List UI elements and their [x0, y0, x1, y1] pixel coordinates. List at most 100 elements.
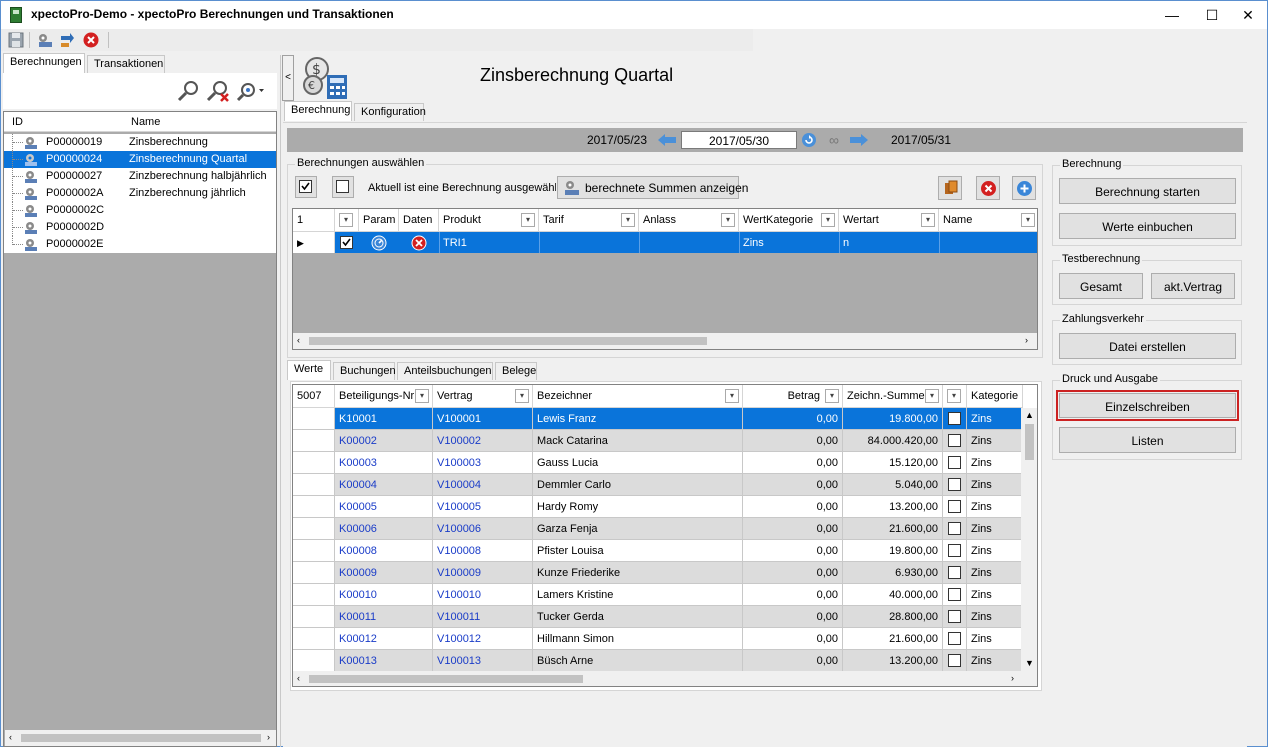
column-name[interactable]: Name ▾	[939, 209, 1037, 232]
delete-button[interactable]	[976, 176, 1000, 200]
summe-cell[interactable]: 19.800,00	[843, 408, 943, 430]
row-indicator[interactable]	[293, 606, 335, 628]
vertrag-cell[interactable]: V100011	[433, 606, 533, 628]
list-item[interactable]: P0000002D	[4, 219, 276, 236]
bet-cell[interactable]: K00004	[335, 474, 433, 496]
tab-anteilsbuchungen[interactable]: Anteilsbuchungen	[397, 362, 493, 380]
copy-button[interactable]	[938, 176, 962, 200]
arrow-left-icon[interactable]	[657, 133, 677, 147]
row-flag-checkbox[interactable]	[948, 500, 961, 513]
column-flag[interactable]: ▾	[943, 385, 967, 408]
anlass-cell[interactable]	[639, 232, 739, 253]
betrag-cell[interactable]: 0,00	[743, 650, 843, 672]
kat-cell[interactable]: Zins	[967, 518, 1023, 540]
values-horizontal-scrollbar[interactable]: ‹ ›	[293, 671, 1037, 686]
row-indicator[interactable]	[293, 628, 335, 650]
kat-cell[interactable]: Zins	[967, 540, 1023, 562]
tab-konfiguration[interactable]: Konfiguration	[354, 103, 426, 121]
summe-cell[interactable]: 13.200,00	[843, 496, 943, 518]
vertrag-cell[interactable]: V100002	[433, 430, 533, 452]
column-kategorie[interactable]: Kategorie	[967, 385, 1023, 408]
list-item[interactable]: P0000002E	[4, 236, 276, 253]
row-indicator[interactable]	[293, 584, 335, 606]
row-indicator[interactable]: ▶	[293, 232, 335, 253]
column-produkt[interactable]: Produkt ▾	[439, 209, 539, 232]
list-item[interactable]: P00000024 Zinsberechnung Quartal	[4, 151, 276, 168]
cancel-icon[interactable]	[82, 31, 100, 49]
chevron-down-icon[interactable]: ▾	[821, 213, 835, 227]
scroll-down-arrow[interactable]: ▼	[1025, 658, 1034, 668]
betrag-cell[interactable]: 0,00	[743, 628, 843, 650]
table-row[interactable]: K00002 V100002 Mack Catarina 0,00 84.000.420…	[293, 430, 1023, 452]
vertrag-cell[interactable]: V100006	[433, 518, 533, 540]
bez-cell[interactable]: Hardy Romy	[533, 496, 743, 518]
chevron-down-icon[interactable]: ▾	[339, 213, 353, 227]
summe-cell[interactable]: 13.200,00	[843, 650, 943, 672]
summe-cell[interactable]: 84.000.420,00	[843, 430, 943, 452]
chevron-down-icon[interactable]: ▾	[1021, 213, 1035, 227]
table-row[interactable]: K00010 V100010 Lamers Kristine 0,00 40.000,0…	[293, 584, 1023, 606]
param-cell[interactable]	[359, 232, 399, 253]
scroll-thumb[interactable]	[309, 675, 583, 683]
bet-cell[interactable]: K00012	[335, 628, 433, 650]
row-flag-checkbox[interactable]	[948, 588, 961, 601]
next-date[interactable]: 2017/05/31	[875, 131, 967, 149]
splitter[interactable]	[280, 55, 281, 747]
kat-cell[interactable]: Zins	[967, 606, 1023, 628]
scroll-thumb[interactable]	[309, 337, 707, 345]
column-betrag[interactable]: Betrag ▾	[743, 385, 843, 408]
flag-cell[interactable]	[943, 430, 967, 452]
save-icon[interactable]	[7, 31, 25, 49]
betrag-cell[interactable]: 0,00	[743, 606, 843, 628]
row-indicator[interactable]: ▶	[293, 408, 335, 430]
transfer-icon[interactable]	[58, 31, 76, 49]
betrag-cell[interactable]: 0,00	[743, 430, 843, 452]
summe-cell[interactable]: 19.800,00	[843, 540, 943, 562]
table-row[interactable]: K00003 V100003 Gauss Lucia 0,00 15.120,00 Zin…	[293, 452, 1023, 474]
flag-cell[interactable]	[943, 518, 967, 540]
vertrag-cell[interactable]: V100003	[433, 452, 533, 474]
test-current-contract-button[interactable]: akt.Vertrag	[1151, 273, 1235, 299]
column-wertart[interactable]: Wertart ▾	[839, 209, 939, 232]
bet-cell[interactable]: K00002	[335, 430, 433, 452]
tab-werte[interactable]: Werte	[287, 360, 331, 380]
tab-buchungen[interactable]: Buchungen	[333, 362, 396, 380]
chevron-down-icon[interactable]: ▾	[921, 213, 935, 227]
chevron-down-icon[interactable]: ▾	[725, 389, 739, 403]
row-indicator[interactable]	[293, 430, 335, 452]
kat-cell[interactable]: Zins	[967, 562, 1023, 584]
chevron-down-icon[interactable]: ▾	[925, 389, 939, 403]
column-name[interactable]: Name	[131, 116, 160, 128]
wertkategorie-cell[interactable]: Zins	[739, 232, 839, 253]
chevron-down-icon[interactable]: ▾	[521, 213, 535, 227]
chevron-down-icon[interactable]: ▾	[515, 389, 529, 403]
table-row[interactable]: K00004 V100004 Demmler Carlo 0,00 5.040,00 Zi…	[293, 474, 1023, 496]
scroll-left-arrow[interactable]: ‹	[297, 335, 300, 345]
row-flag-checkbox[interactable]	[948, 632, 961, 645]
flag-cell[interactable]	[943, 628, 967, 650]
chevron-down-icon[interactable]: ▾	[621, 213, 635, 227]
column-zeichn-summe[interactable]: Zeichn.-Summe ▾	[843, 385, 943, 408]
betrag-cell[interactable]: 0,00	[743, 408, 843, 430]
chevron-down-icon[interactable]: ▾	[415, 389, 429, 403]
left-horizontal-scrollbar[interactable]: ‹ ›	[5, 730, 276, 746]
row-checkbox[interactable]	[340, 236, 353, 249]
wertart-cell[interactable]: n	[839, 232, 939, 253]
values-vertical-scrollbar[interactable]: ▲ ▼	[1021, 408, 1037, 672]
create-file-button[interactable]: Datei erstellen	[1059, 333, 1236, 359]
summe-cell[interactable]: 28.800,00	[843, 606, 943, 628]
produkt-cell[interactable]: TRI1	[439, 232, 539, 253]
scroll-right-arrow[interactable]: ›	[1025, 335, 1028, 345]
row-flag-checkbox[interactable]	[948, 654, 961, 667]
row-indicator[interactable]	[293, 540, 335, 562]
flag-cell[interactable]	[943, 474, 967, 496]
betrag-cell[interactable]: 0,00	[743, 562, 843, 584]
bet-cell[interactable]: K00008	[335, 540, 433, 562]
table-row[interactable]: K00011 V100011 Tucker Gerda 0,00 28.800,00 Zi…	[293, 606, 1023, 628]
kat-cell[interactable]: Zins	[967, 650, 1023, 672]
summe-cell[interactable]: 6.930,00	[843, 562, 943, 584]
tab-belege[interactable]: Belege	[495, 362, 537, 380]
vertrag-cell[interactable]: V100005	[433, 496, 533, 518]
column-wertkategorie[interactable]: WertKategorie ▾	[739, 209, 839, 232]
vertrag-cell[interactable]: V100004	[433, 474, 533, 496]
